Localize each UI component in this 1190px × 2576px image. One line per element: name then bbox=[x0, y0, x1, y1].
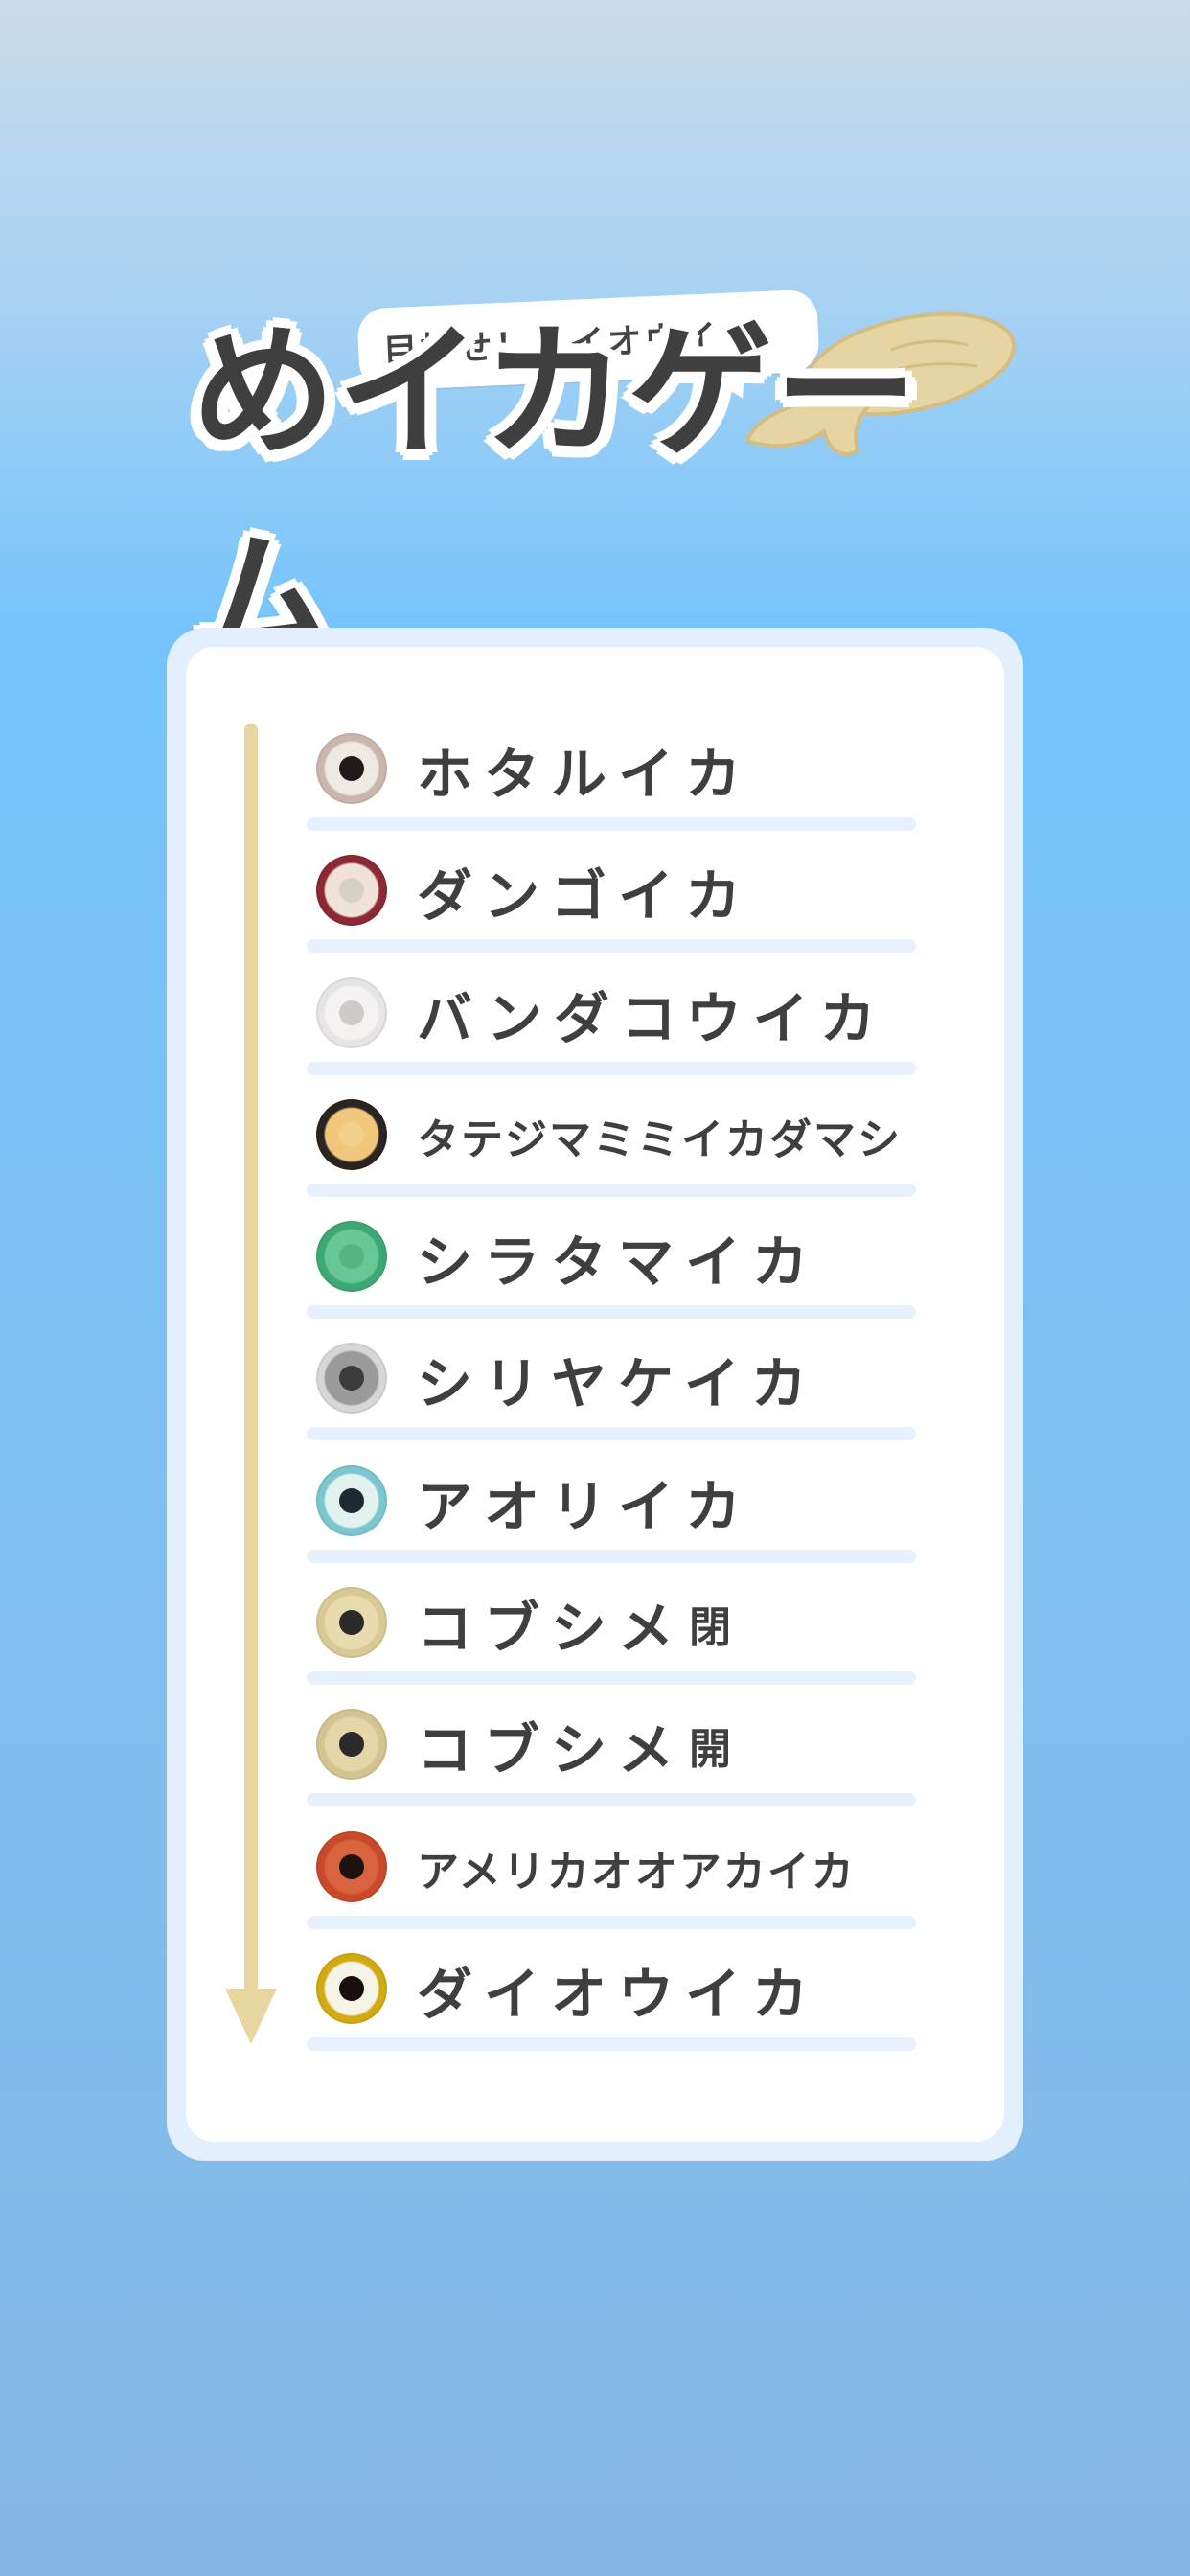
species-name: シラタマイカ bbox=[417, 1220, 819, 1295]
eye-pupil bbox=[339, 1366, 364, 1392]
firefly-squid-eye-icon bbox=[316, 733, 387, 804]
species-name: コブシメ閉 bbox=[417, 1586, 731, 1661]
eye-pupil bbox=[339, 1121, 364, 1147]
eye-pupil bbox=[339, 1975, 364, 2001]
species-row[interactable]: コブシメ閉 bbox=[307, 1575, 920, 1696]
species-name-text: アオリイカ bbox=[417, 1473, 753, 1539]
species-name: ダンゴイカ bbox=[417, 854, 752, 929]
species-name-text: シリヤケイカ bbox=[417, 1351, 818, 1417]
bobtail-squid-eye-icon bbox=[316, 855, 387, 927]
row-underline bbox=[307, 1427, 916, 1441]
species-name: タテジマミミイカダマシ bbox=[417, 1098, 902, 1173]
species-row[interactable]: バンダコウイカ bbox=[307, 965, 920, 1087]
species-name-text: コブシメ bbox=[417, 1717, 686, 1783]
species-name-text: タテジマミミイカダマシ bbox=[417, 1115, 902, 1164]
species-name: ダイオウイカ bbox=[417, 1952, 819, 2027]
species-name: バンダコウイカ bbox=[417, 977, 887, 1051]
progression-arrow-line bbox=[244, 724, 258, 2008]
broadclub-cuttlefish-closed-eye-icon bbox=[316, 1587, 387, 1659]
species-name-text: ダンゴイカ bbox=[417, 863, 753, 930]
species-name-text: コブシメ bbox=[417, 1596, 686, 1662]
arrow-down-icon bbox=[225, 1989, 277, 2044]
shiriyake-cuttlefish-eye-icon bbox=[316, 1343, 387, 1414]
eye-pupil bbox=[339, 1610, 364, 1636]
eye-pupil bbox=[339, 1732, 364, 1758]
species-name-text: ホタルイカ bbox=[417, 742, 753, 807]
row-underline bbox=[307, 817, 916, 831]
eye-state-label: 開 bbox=[689, 1725, 732, 1775]
species-row[interactable]: ダンゴイカ bbox=[307, 842, 920, 964]
species-name: アメリカオオアカイカ bbox=[417, 1830, 856, 1905]
species-row[interactable]: アメリカオオアカイカ bbox=[307, 1819, 920, 1941]
eye-pupil bbox=[339, 1487, 364, 1513]
row-underline bbox=[307, 1915, 916, 1929]
species-row[interactable]: アオリイカ bbox=[307, 1453, 920, 1575]
species-row[interactable]: コブシメ開 bbox=[307, 1696, 920, 1818]
row-underline bbox=[307, 1549, 916, 1563]
species-row[interactable]: タテジマミミイカダマシ bbox=[307, 1087, 920, 1208]
row-underline bbox=[307, 2036, 916, 2051]
eye-pupil bbox=[339, 878, 364, 904]
species-row[interactable]: シラタマイカ bbox=[307, 1208, 920, 1330]
species-name-text: ダイオウイカ bbox=[417, 1961, 820, 2027]
species-name: シリヤケイカ bbox=[417, 1342, 818, 1416]
row-underline bbox=[307, 1671, 916, 1686]
shiratama-squid-eye-icon bbox=[316, 1221, 387, 1293]
row-underline bbox=[307, 939, 916, 954]
species-row[interactable]: ホタルイカ bbox=[307, 721, 920, 842]
row-underline bbox=[307, 1305, 916, 1320]
species-list: ホタルイカダンゴイカバンダコウイカタテジマミミイカダマシシラタマイカ シリヤケイカ… bbox=[307, 721, 920, 2062]
eye-pupil bbox=[339, 1000, 364, 1025]
game-logo: めイカゲーム bbox=[192, 310, 921, 684]
bigfin-reef-squid-eye-icon bbox=[316, 1464, 387, 1536]
giant-squid-eye-icon bbox=[316, 1952, 387, 2024]
broadclub-cuttlefish-open-eye-icon bbox=[316, 1709, 387, 1781]
species-row[interactable]: シリヤケイカ bbox=[307, 1330, 920, 1452]
row-underline bbox=[307, 1793, 916, 1807]
species-row[interactable]: ダイオウイカ bbox=[307, 1941, 920, 2062]
species-name: コブシメ開 bbox=[417, 1708, 731, 1782]
eye-pupil bbox=[339, 756, 364, 781]
striped-bobtail-eye-icon bbox=[316, 1098, 387, 1170]
species-name-text: シラタマイカ bbox=[417, 1230, 820, 1296]
species-name-text: アメリカオオアカイカ bbox=[417, 1847, 856, 1897]
eye-pupil bbox=[339, 1853, 364, 1879]
row-underline bbox=[307, 1061, 916, 1075]
humboldt-squid-eye-icon bbox=[316, 1830, 387, 1902]
species-name-text: バンダコウイカ bbox=[417, 985, 887, 1051]
row-underline bbox=[307, 1183, 916, 1197]
eye-pupil bbox=[339, 1244, 364, 1270]
bandako-cuttlefish-eye-icon bbox=[316, 977, 387, 1048]
eye-state-label: 閉 bbox=[689, 1603, 732, 1653]
species-name: ホタルイカ bbox=[417, 732, 752, 807]
species-name: アオリイカ bbox=[417, 1464, 752, 1539]
